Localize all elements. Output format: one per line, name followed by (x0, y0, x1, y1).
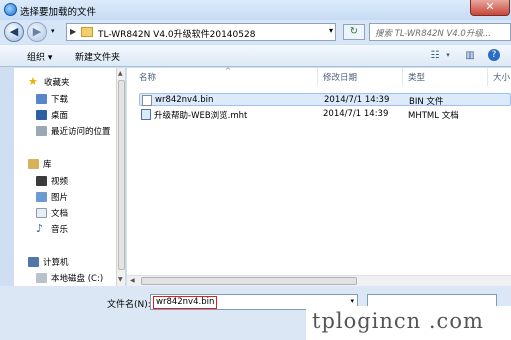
window-title: 选择要加载的文件 (20, 7, 97, 18)
sidebar-item-local-disk[interactable]: 本地磁盘 (C:) (36, 272, 103, 286)
recent-places-icon (36, 126, 47, 136)
file-row[interactable]: wr842nv4.bin 2014/7/1 14:39 BIN 文件 (139, 93, 511, 107)
scroll-down-icon[interactable]: ▼ (118, 276, 123, 283)
mhtml-icon (141, 109, 151, 120)
column-header-modified[interactable]: 修改日期 (323, 71, 357, 83)
column-divider[interactable] (402, 68, 403, 86)
chevron-down-icon[interactable]: ▾ (441, 49, 455, 62)
help-icon[interactable]: ? (488, 49, 500, 61)
sidebar-item-desktop[interactable]: 桌面 (36, 109, 68, 123)
file-list-hscrollbar[interactable]: ◀ (127, 275, 511, 286)
pictures-icon (36, 192, 47, 202)
sidebar-item-downloads[interactable]: 下载 (36, 93, 68, 107)
sidebar-item-favorites[interactable]: ★ 收藏夹 (28, 76, 70, 90)
file-name: wr842nv4.bin (155, 95, 214, 105)
view-options-icon[interactable]: ☷ (428, 49, 442, 62)
sidebar-item-pictures[interactable]: 图片 (36, 191, 68, 205)
computer-icon (28, 257, 39, 267)
address-bar[interactable]: ▶ TL-WR842N V4.0升级软件20140528 ▾ (66, 23, 336, 41)
watermark: tplogincn .com (306, 306, 511, 340)
column-divider[interactable] (487, 68, 488, 86)
sidebar-item-libraries[interactable]: 库 (28, 158, 52, 172)
scrollbar-thumb[interactable] (118, 80, 125, 270)
new-folder-button[interactable]: 新建文件夹 (75, 50, 120, 63)
file-list-pane: ^ 名称 修改日期 类型 大小 wr842nv4.bin 2014/7/1 14… (127, 67, 511, 286)
file-row[interactable]: 升级帮助-WEB浏览.mht 2014/7/1 14:39 MHTML 文档 (139, 108, 511, 121)
close-button[interactable]: ✕ (470, 0, 510, 16)
file-open-dialog: 选择要加载的文件 ✕ ◀ ▶ ▾ ▶ TL-WR842N V4.0升级软件201… (0, 0, 511, 340)
file-type: MHTML 文档 (408, 111, 459, 121)
forward-button[interactable]: ▶ (27, 22, 47, 42)
navigation-pane: ★ 收藏夹 下载 桌面 最近访问的位置 库 视频 图片 文档 ♪ 音乐 计算机 本地 (14, 68, 116, 286)
sidebar-item-computer[interactable]: 计算机 (28, 256, 69, 270)
videos-icon (36, 176, 47, 186)
organize-button[interactable]: 组织 ▾ (27, 50, 52, 63)
sidebar-item-recent[interactable]: 最近访问的位置 (36, 125, 111, 139)
scroll-up-icon[interactable]: ▲ (118, 70, 123, 77)
column-header-name[interactable]: 名称 (139, 71, 156, 83)
navigation-bar: ◀ ▶ ▾ ▶ TL-WR842N V4.0升级软件20140528 ▾ ↻ 搜… (0, 20, 511, 44)
music-icon: ♪ (36, 222, 44, 235)
sidebar-item-music[interactable]: ♪ 音乐 (36, 223, 68, 237)
back-button[interactable]: ◀ (4, 22, 24, 42)
column-header-size[interactable]: 大小 (493, 71, 510, 83)
filename-value: wr842nv4.bin (153, 296, 218, 309)
file-name: 升级帮助-WEB浏览.mht (154, 111, 248, 121)
scrollbar-thumb[interactable] (141, 277, 357, 285)
libraries-icon (28, 159, 39, 169)
drive-icon (36, 273, 47, 283)
folder-icon (81, 27, 93, 37)
search-input[interactable]: 搜索 TL-WR842N V4.0升级... (369, 23, 511, 41)
desktop-icon (36, 110, 47, 120)
scroll-left-icon[interactable]: ◀ (130, 277, 135, 284)
downloads-icon (36, 94, 47, 104)
column-divider[interactable] (317, 68, 318, 86)
address-path: TL-WR842N V4.0升级软件20140528 (98, 30, 256, 40)
ie-icon (4, 3, 17, 16)
title-bar: 选择要加载的文件 ✕ (0, 0, 511, 20)
chevron-right-icon: ▶ (70, 27, 77, 36)
sidebar-item-documents[interactable]: 文档 (36, 207, 68, 221)
documents-icon (36, 208, 47, 218)
file-type: BIN 文件 (409, 97, 444, 107)
sort-ascending-icon: ^ (225, 67, 231, 75)
refresh-button[interactable]: ↻ (343, 24, 365, 40)
search-placeholder: 搜索 TL-WR842N V4.0升级... (375, 29, 491, 39)
chevron-down-icon[interactable]: ▾ (350, 297, 354, 305)
star-icon: ★ (28, 75, 38, 88)
recent-pages-dropdown-icon[interactable]: ▾ (51, 27, 55, 35)
file-modified: 2014/7/1 14:39 (324, 95, 390, 105)
sidebar-item-videos[interactable]: 视频 (36, 175, 68, 189)
file-modified: 2014/7/1 14:39 (323, 109, 389, 119)
filename-label: 文件名(N): (107, 300, 151, 310)
chevron-down-icon[interactable]: ▾ (329, 26, 333, 35)
command-toolbar: 组织 ▾ 新建文件夹 ☷ ▾ ▥ ? (0, 45, 511, 67)
preview-pane-icon[interactable]: ▥ (463, 49, 477, 62)
file-icon (142, 95, 152, 106)
navigation-pane-scrollbar[interactable]: ▲ ▼ (116, 68, 126, 286)
column-header-type[interactable]: 类型 (408, 71, 425, 83)
